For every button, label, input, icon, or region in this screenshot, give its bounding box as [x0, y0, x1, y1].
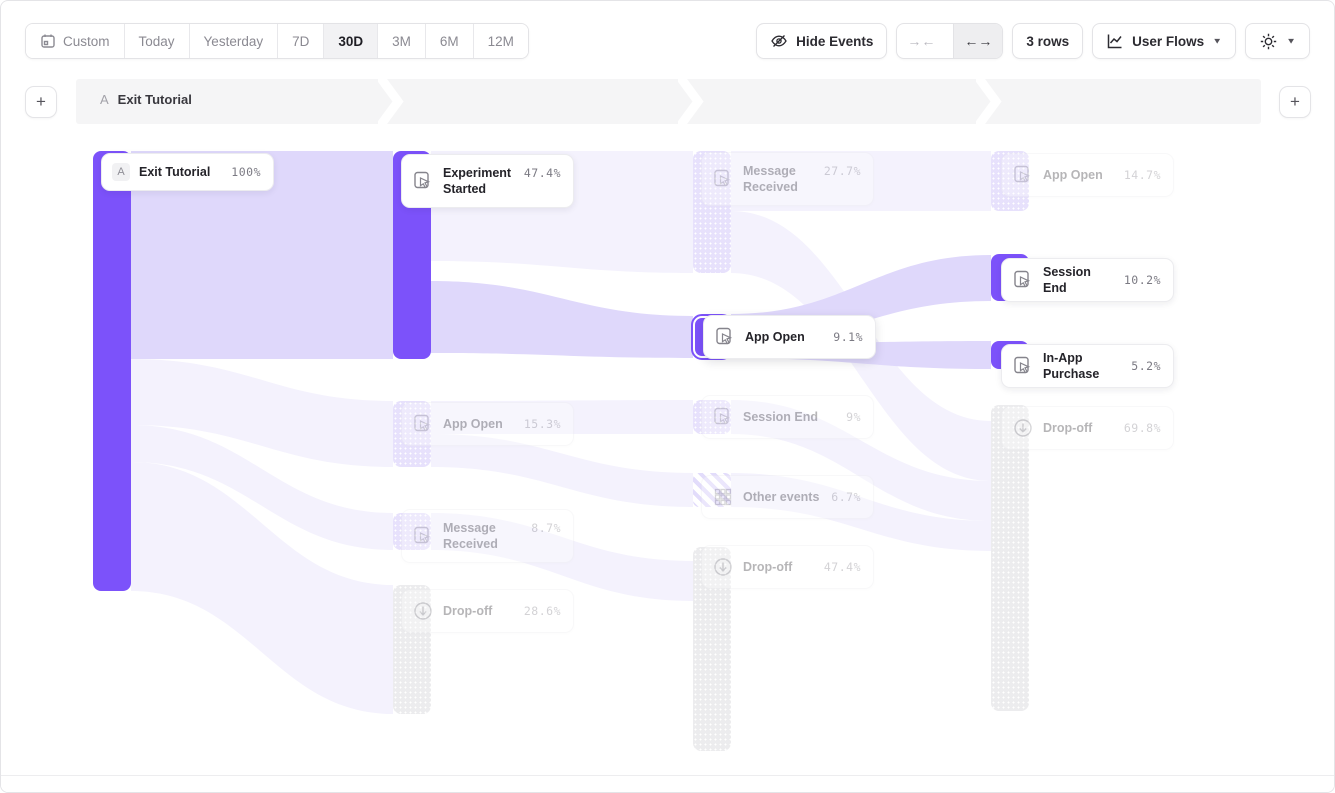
node-label: App Open	[745, 329, 824, 345]
node-percent: 28.6%	[524, 604, 561, 618]
node-percent: 47.4%	[524, 155, 561, 180]
node-percent: 5.2%	[1131, 359, 1161, 373]
node-label: Drop-off	[1043, 420, 1115, 436]
event-icon	[1012, 164, 1034, 186]
bottom-divider	[1, 775, 1334, 792]
node-percent: 14.7%	[1124, 168, 1161, 182]
node-label: Other events	[743, 489, 822, 505]
event-icon	[412, 413, 434, 435]
node-label: Message Received	[443, 520, 522, 552]
node-percent: 100%	[231, 165, 261, 179]
event-icon	[1012, 355, 1034, 377]
node-percent: 9%	[846, 410, 861, 424]
flow-node-app-open-3[interactable]: App Open 9.1%	[703, 315, 876, 359]
node-label: Drop-off	[443, 603, 515, 619]
node-label: Message Received	[743, 163, 815, 195]
drop-off-icon	[712, 556, 734, 578]
node-percent: 27.7%	[824, 153, 861, 178]
sankey-flows	[1, 1, 1335, 793]
drop-off-icon	[1012, 417, 1034, 439]
flow-node-session-end-4[interactable]: Session End 10.2%	[1001, 258, 1174, 302]
flow-node-drop-off-3[interactable]: Drop-off 47.4%	[701, 545, 874, 589]
flow-node-session-end-3[interactable]: Session End 9%	[701, 395, 874, 439]
flow-node-other-events-3[interactable]: Other events 6.7%	[701, 475, 874, 519]
node-label: Session End	[1043, 264, 1115, 296]
event-icon	[412, 170, 434, 192]
node-label: In-App Purchase	[1043, 350, 1122, 382]
node-label: Drop-off	[743, 559, 815, 575]
node-percent: 9.1%	[833, 330, 863, 344]
node-label: App Open	[443, 416, 515, 432]
node-bar-exit-tutorial[interactable]	[93, 151, 131, 591]
node-percent: 69.8%	[1124, 421, 1161, 435]
event-icon	[714, 326, 736, 348]
origin-badge: A	[112, 163, 130, 181]
flow-node-message-received-3[interactable]: Message Received 27.7%	[701, 152, 874, 206]
node-label: Exit Tutorial	[139, 164, 222, 180]
sankey-canvas: A Exit Tutorial 100% Experiment Started …	[1, 1, 1334, 792]
node-bar-drop-off-4[interactable]	[991, 405, 1029, 711]
node-percent: 8.7%	[531, 510, 561, 535]
flow-node-in-app-purchase-4[interactable]: In-App Purchase 5.2%	[1001, 344, 1174, 388]
event-icon	[712, 168, 734, 190]
flow-node-message-received-2[interactable]: Message Received 8.7%	[401, 509, 574, 563]
node-label: App Open	[1043, 167, 1115, 183]
node-percent: 47.4%	[824, 560, 861, 574]
user-flows-window: Custom Today Yesterday 7D 30D 3M 6M 12M …	[0, 0, 1335, 793]
node-percent: 10.2%	[1124, 273, 1161, 287]
node-percent: 6.7%	[831, 490, 861, 504]
other-events-icon	[712, 486, 734, 508]
flow-node-drop-off-4[interactable]: Drop-off 69.8%	[1001, 406, 1174, 450]
event-icon	[1012, 269, 1034, 291]
drop-off-icon	[412, 600, 434, 622]
flow-node-exit-tutorial[interactable]: A Exit Tutorial 100%	[101, 153, 274, 191]
node-label: Session End	[743, 409, 837, 425]
node-percent: 15.3%	[524, 417, 561, 431]
event-icon	[712, 406, 734, 428]
flow-node-experiment-started[interactable]: Experiment Started 47.4%	[401, 154, 574, 208]
flow-node-app-open-2[interactable]: App Open 15.3%	[401, 402, 574, 446]
node-label: Experiment Started	[443, 165, 515, 197]
event-icon	[412, 525, 434, 547]
flow-node-drop-off-2[interactable]: Drop-off 28.6%	[401, 589, 574, 633]
flow-node-app-open-4[interactable]: App Open 14.7%	[1001, 153, 1174, 197]
